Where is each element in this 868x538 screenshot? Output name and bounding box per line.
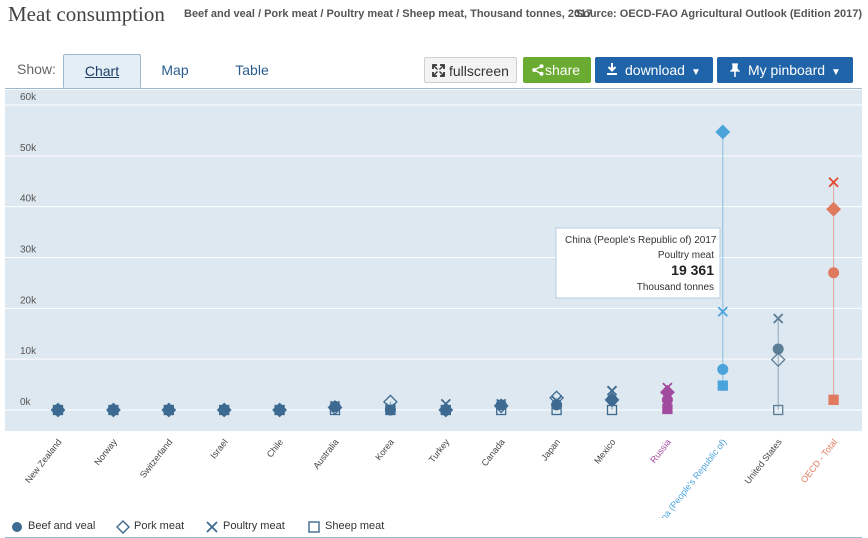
- show-label: Show:: [17, 61, 56, 77]
- tooltip-series: Poultry meat: [658, 250, 714, 261]
- tooltip-unit: Thousand tonnes: [637, 282, 714, 293]
- square-marker-icon: [308, 521, 320, 533]
- y-tick-label: 60k: [20, 92, 37, 103]
- download-icon: [607, 63, 617, 75]
- tooltip-value: 19 361: [671, 262, 714, 278]
- y-tick-label: 10k: [20, 346, 37, 357]
- tooltip-header: China (People's Republic of) 2017: [565, 235, 717, 246]
- plot-area: [5, 90, 862, 431]
- x-tick-label: Japan: [539, 437, 562, 462]
- circle-marker-icon: [12, 522, 22, 532]
- fullscreen-label: fullscreen: [449, 63, 509, 79]
- pinboard-label: My pinboard: [748, 62, 826, 78]
- page-title: Meat consumption: [8, 2, 165, 26]
- x-tick-label: New Zealand: [23, 437, 64, 485]
- x-tick-label: Russia: [648, 437, 673, 465]
- x-tick-label: Korea: [373, 437, 396, 462]
- x-tick-label: Chile: [265, 437, 286, 459]
- chevron-down-icon: ▼: [690, 67, 701, 78]
- beef-and-veal-marker[interactable]: [606, 394, 618, 406]
- legend-label: Pork meat: [134, 520, 185, 532]
- download-button[interactable]: download ▼: [595, 57, 713, 83]
- download-label: download: [625, 62, 685, 78]
- chart-legend: Beef and veal Pork meat Poultry meat She…: [10, 518, 430, 536]
- y-tick-label: 0k: [20, 397, 32, 408]
- chevron-down-icon: ▼: [831, 67, 841, 78]
- y-tick-label: 50k: [20, 143, 37, 154]
- sheep-meat-marker[interactable]: [828, 394, 839, 405]
- y-tick-label: 30k: [20, 245, 37, 256]
- legend-label: Sheep meat: [325, 520, 385, 532]
- share-icon: [532, 64, 544, 76]
- chart-subtitle: Beef and veal / Pork meat / Poultry meat…: [184, 8, 593, 20]
- fullscreen-icon: [432, 64, 445, 77]
- diamond-marker-icon: [116, 520, 130, 534]
- toolbar: Show: Chart Map Table fullscreen share d…: [5, 52, 862, 89]
- pin-icon: [730, 63, 740, 77]
- sheep-meat-marker[interactable]: [662, 403, 673, 415]
- y-tick-label: 20k: [20, 295, 37, 306]
- x-tick-label: Turkey: [427, 437, 452, 465]
- x-marker-icon: [206, 521, 218, 533]
- share-button[interactable]: share: [523, 57, 591, 83]
- pinboard-button[interactable]: My pinboard ▼: [717, 57, 853, 83]
- beef-and-veal-marker[interactable]: [828, 267, 840, 279]
- x-tick-label: Canada: [479, 437, 506, 468]
- x-tick-label: Norway: [92, 437, 119, 468]
- y-tick-label: 40k: [20, 194, 37, 205]
- share-label: share: [545, 62, 581, 78]
- scatter-chart: 0k 10k 20k 30k 40k 50k 60k New Zealand Norway Swi…: [5, 90, 862, 518]
- tab-table[interactable]: Table: [227, 54, 277, 86]
- fullscreen-button[interactable]: fullscreen: [424, 57, 517, 83]
- x-tick-label: United States: [743, 437, 784, 486]
- x-tick-label: Mexico: [592, 437, 617, 466]
- legend-label: Poultry meat: [223, 520, 285, 532]
- beef-and-veal-marker[interactable]: [717, 363, 729, 375]
- tab-map[interactable]: Map: [153, 54, 197, 86]
- x-tick-label: OECD - Total: [799, 437, 839, 485]
- x-tick-label: Switzerland: [138, 437, 175, 480]
- source-label: Source: OECD-FAO Agricultural Outlook (E…: [575, 8, 862, 20]
- x-tick-label: Israel: [208, 437, 229, 461]
- tab-chart[interactable]: Chart: [63, 54, 141, 88]
- sheep-meat-marker[interactable]: [717, 380, 728, 391]
- x-tick-label: Australia: [311, 437, 340, 471]
- legend-label: Beef and veal: [28, 520, 96, 532]
